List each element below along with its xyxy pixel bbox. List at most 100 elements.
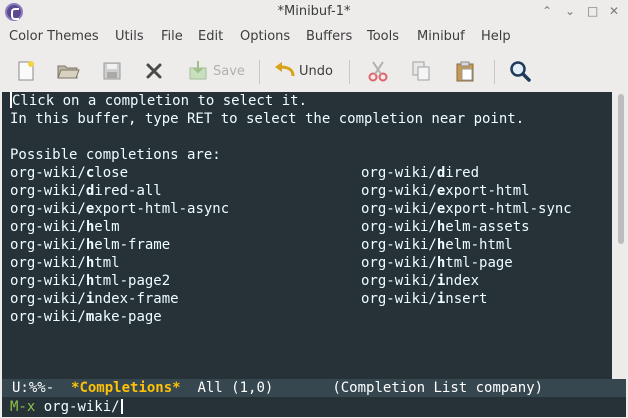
completion-item[interactable]: org-wiki/export-html-sync xyxy=(361,200,572,218)
completion-item[interactable]: org-wiki/export-html-async xyxy=(10,200,229,218)
completion-rest: xport-html-sync xyxy=(445,201,572,217)
completion-item[interactable]: org-wiki/helm-assets xyxy=(361,218,530,236)
completion-prefix: org-wiki/ xyxy=(361,165,437,181)
menu-minibuf[interactable]: Minibuf xyxy=(417,29,465,44)
copy-icon xyxy=(412,61,430,81)
new-file-icon xyxy=(18,61,34,81)
modeline-buffer-name[interactable]: *Completions* xyxy=(71,380,181,396)
completion-prefix: org-wiki/ xyxy=(361,291,437,307)
completion-rest: nsert xyxy=(445,291,488,307)
menu-edit[interactable]: Edit xyxy=(198,29,223,44)
completion-item[interactable]: org-wiki/helm xyxy=(10,218,120,236)
title-bar: *Minibuf-1* ⌃ ⌄ □ ✕ xyxy=(0,0,628,24)
menu-utils[interactable]: Utils xyxy=(115,29,144,44)
minibuffer-input[interactable]: org-wiki/ xyxy=(44,399,120,415)
completion-item[interactable]: org-wiki/close xyxy=(10,164,128,182)
completion-item[interactable]: org-wiki/dired xyxy=(361,164,479,182)
completion-rest: tml-page xyxy=(445,255,513,271)
undo-label: Undo xyxy=(299,63,333,79)
completion-item[interactable]: org-wiki/make-page xyxy=(10,308,162,326)
completion-item[interactable]: org-wiki/html xyxy=(10,254,120,272)
completion-item[interactable]: org-wiki/insert xyxy=(361,290,487,308)
menu-buffers[interactable]: Buffers xyxy=(306,29,352,44)
paste-button[interactable] xyxy=(453,57,477,85)
completion-prefix: org-wiki/ xyxy=(361,273,437,289)
buffer-header-line-2: In this buffer, type RET to select the c… xyxy=(10,111,525,127)
modeline-status: U:%%- xyxy=(12,380,55,396)
shade-up-icon[interactable]: ⌃ xyxy=(542,4,552,18)
completion-item[interactable]: org-wiki/dired-all xyxy=(10,182,162,200)
modeline-modes[interactable]: (Completion List company) xyxy=(332,380,543,396)
completion-prefix: org-wiki/ xyxy=(361,255,437,271)
completion-prefix: org-wiki/ xyxy=(10,219,86,235)
completion-rest: xport-html xyxy=(445,183,530,199)
completion-rest: xport-html-async xyxy=(94,201,230,217)
completion-rest: elm xyxy=(94,219,120,235)
toolbar-separator xyxy=(349,60,350,84)
close-window-icon[interactable]: ✕ xyxy=(609,4,619,18)
mode-line: U:%%- *Completions* All (1,0) (Completio… xyxy=(2,379,626,397)
search-icon xyxy=(510,61,531,82)
minibuffer[interactable]: M-x org-wiki/ xyxy=(2,397,626,417)
completion-rest: ndex xyxy=(445,273,480,289)
completion-rest: tml xyxy=(94,255,120,271)
menu-file[interactable]: File xyxy=(161,29,183,44)
completion-prefix: org-wiki/ xyxy=(10,291,86,307)
toolbar-separator xyxy=(259,60,260,84)
completion-item[interactable]: org-wiki/html-page2 xyxy=(10,272,170,290)
completion-rest: elm-html xyxy=(445,237,513,253)
cut-button[interactable] xyxy=(366,57,390,85)
minibuffer-prompt: M-x xyxy=(10,399,36,415)
save-icon xyxy=(189,61,207,80)
close-buffer-button[interactable] xyxy=(142,57,166,85)
menu-bar: Color Themes Utils File Edit Options Buf… xyxy=(0,25,628,49)
buffer-header-line-1: Click on a completion to select it. xyxy=(10,92,308,109)
new-file-button[interactable] xyxy=(14,57,38,85)
maximize-icon[interactable]: □ xyxy=(587,4,598,18)
menu-options[interactable]: Options xyxy=(240,29,290,44)
window-title: *Minibuf-1* xyxy=(277,4,351,19)
menu-color-themes[interactable]: Color Themes xyxy=(9,29,99,44)
completion-item[interactable]: org-wiki/export-html xyxy=(361,182,530,200)
completion-prefix: org-wiki/ xyxy=(10,237,86,253)
open-folder-icon xyxy=(57,65,80,79)
completion-prefix: org-wiki/ xyxy=(10,309,86,325)
minimize-icon[interactable]: ⌄ xyxy=(565,4,575,18)
completion-prefix: org-wiki/ xyxy=(10,165,86,181)
minibuffer-cursor xyxy=(120,399,123,414)
completion-item[interactable]: org-wiki/html-page xyxy=(361,254,513,272)
completion-item[interactable]: org-wiki/helm-frame xyxy=(10,236,170,254)
completion-prefix: org-wiki/ xyxy=(361,183,437,199)
completion-rest: ndex-frame xyxy=(94,291,179,307)
undo-button[interactable]: Undo xyxy=(272,57,333,85)
completion-item[interactable]: org-wiki/helm-html xyxy=(361,236,513,254)
completions-buffer[interactable]: Click on a completion to select it. In t… xyxy=(2,92,612,379)
completion-prefix: org-wiki/ xyxy=(361,237,437,253)
completion-item[interactable]: org-wiki/index xyxy=(361,272,479,290)
completion-rest: ake-page xyxy=(94,309,162,325)
completion-rest: ired-all xyxy=(94,183,162,199)
completion-prefix: org-wiki/ xyxy=(361,219,437,235)
scrollbar-thumb[interactable] xyxy=(618,94,624,244)
toolbar: Save Undo xyxy=(0,52,628,90)
completion-item[interactable]: org-wiki/index-frame xyxy=(10,290,179,308)
completion-rest: lose xyxy=(94,165,129,181)
completion-rest: ired xyxy=(445,165,480,181)
completion-prefix: org-wiki/ xyxy=(10,273,86,289)
completion-prefix: org-wiki/ xyxy=(10,201,86,217)
toolbar-separator xyxy=(494,60,495,84)
scissors-icon xyxy=(368,61,388,82)
vertical-scrollbar[interactable] xyxy=(616,92,626,379)
completion-prefix: org-wiki/ xyxy=(361,201,437,217)
search-button[interactable] xyxy=(508,57,532,85)
menu-tools[interactable]: Tools xyxy=(367,29,399,44)
undo-arrow-icon xyxy=(275,62,295,77)
save-button[interactable]: Save xyxy=(186,57,245,85)
copy-button[interactable] xyxy=(409,57,433,85)
open-folder-button[interactable] xyxy=(56,57,80,85)
completion-rest: elm-frame xyxy=(94,237,171,253)
floppy-icon xyxy=(103,62,121,80)
floppy-button[interactable] xyxy=(100,57,124,85)
menu-help[interactable]: Help xyxy=(481,29,511,44)
paste-icon xyxy=(456,61,474,82)
